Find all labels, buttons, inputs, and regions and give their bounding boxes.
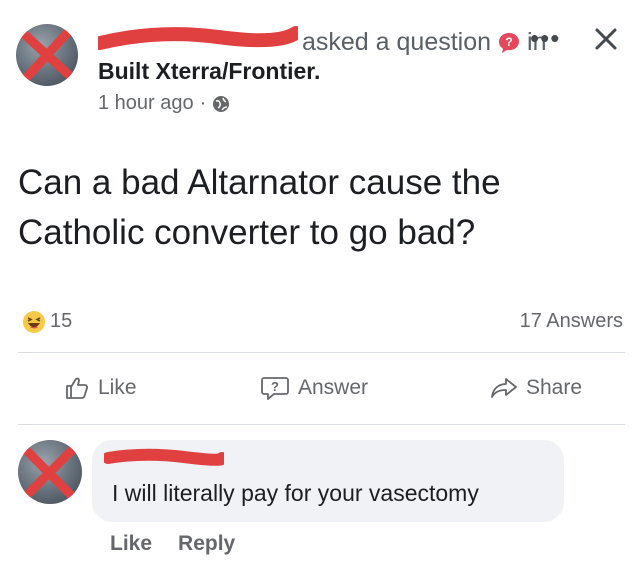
post-meta: 1 hour ago · xyxy=(98,92,230,115)
comment-bubble: I will literally pay for your vasectomy xyxy=(92,440,564,522)
comment-like-button[interactable]: Like xyxy=(110,532,152,556)
globe-icon xyxy=(213,95,230,112)
answer-button[interactable]: ? Answer xyxy=(260,367,368,409)
header-line: asked a question ? in xyxy=(98,26,547,58)
more-options-icon[interactable]: ••• xyxy=(530,25,560,51)
share-label: Share xyxy=(526,376,583,399)
commenter-avatar[interactable] xyxy=(18,440,82,504)
svg-text:?: ? xyxy=(505,35,512,49)
answer-label: Answer xyxy=(298,376,369,399)
reaction-count[interactable]: 15 xyxy=(50,310,72,333)
group-name-link[interactable]: Built Xterra/Frontier. xyxy=(98,58,320,85)
comment-reply-button[interactable]: Reply xyxy=(178,532,235,556)
avatar[interactable] xyxy=(16,24,78,86)
like-label: Like xyxy=(98,376,137,399)
thumbs-up-icon xyxy=(66,377,89,399)
redacted-commenter-name xyxy=(104,448,224,466)
comment-text: I will literally pay for your vasectomy xyxy=(112,480,479,506)
action-bar: Like ? Answer Share xyxy=(0,367,643,409)
answers-count-link[interactable]: 17 Answers xyxy=(520,310,623,333)
asked-question-text: asked a question xyxy=(302,27,492,56)
divider xyxy=(18,424,625,425)
like-button[interactable]: Like xyxy=(64,367,137,409)
redaction-mark xyxy=(19,443,79,503)
question-text: Can a bad Altarnator cause the Catholic … xyxy=(18,163,501,252)
redaction-mark xyxy=(19,27,75,83)
haha-reaction-icon[interactable] xyxy=(22,310,46,334)
reaction-bar: 15 17 Answers xyxy=(0,308,643,338)
question-icon: ? xyxy=(499,33,520,53)
answer-icon: ? xyxy=(261,377,289,400)
share-arrow-icon xyxy=(491,378,517,398)
timestamp[interactable]: 1 hour ago xyxy=(98,92,194,115)
divider xyxy=(18,352,625,353)
meta-separator: · xyxy=(199,92,207,114)
post-header: asked a question ? in Built Xterra/Front… xyxy=(0,0,643,130)
redacted-author-name xyxy=(98,26,298,53)
svg-text:?: ? xyxy=(271,379,279,394)
close-icon[interactable] xyxy=(591,24,621,54)
question-post: asked a question ? in Built Xterra/Front… xyxy=(0,0,643,569)
comment-actions: Like Reply xyxy=(110,532,235,556)
share-button[interactable]: Share xyxy=(490,367,582,409)
